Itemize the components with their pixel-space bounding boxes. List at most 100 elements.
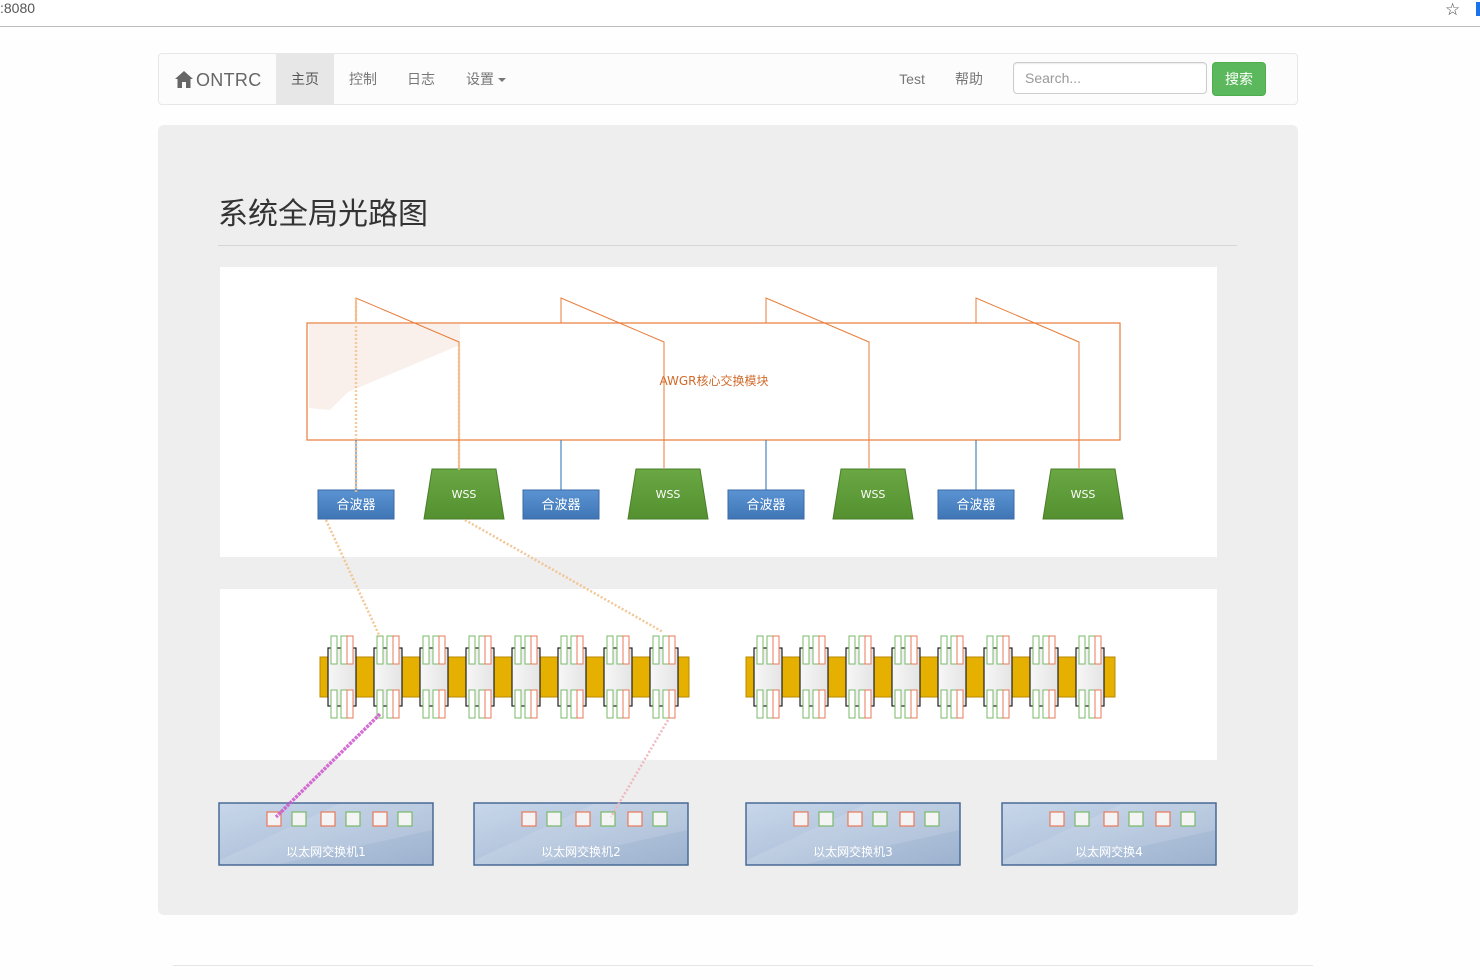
transceiver-port xyxy=(606,689,614,719)
transceiver-port xyxy=(1088,689,1096,719)
switch-label: 以太网交换4 xyxy=(1075,844,1143,859)
transceiver-port xyxy=(652,689,660,719)
transceiver-port xyxy=(514,689,522,719)
transceiver-port xyxy=(1094,689,1102,719)
switch-port[interactable] xyxy=(575,811,591,827)
switch-port[interactable] xyxy=(1128,811,1144,827)
transceiver-port xyxy=(864,635,872,665)
transceiver-port xyxy=(812,689,820,719)
switch-port[interactable] xyxy=(818,811,834,827)
switch-port[interactable] xyxy=(1074,811,1090,827)
transceiver-port xyxy=(438,635,446,665)
switch-port[interactable] xyxy=(291,811,307,827)
transceiver-card[interactable] xyxy=(419,635,449,719)
transceiver-port xyxy=(766,635,774,665)
switch-port[interactable] xyxy=(521,811,537,827)
transceiver-port xyxy=(1078,689,1086,719)
transceiver-card[interactable] xyxy=(937,635,967,719)
transceiver-card[interactable] xyxy=(1029,635,1059,719)
transceiver-port xyxy=(570,635,578,665)
ethernet-switch[interactable]: 以太网交换机2 xyxy=(473,802,689,866)
transceiver-port xyxy=(864,689,872,719)
transceiver-card[interactable] xyxy=(1075,635,1105,719)
transceiver-card[interactable] xyxy=(511,635,541,719)
transceiver-card[interactable] xyxy=(327,635,357,719)
transceiver-port xyxy=(330,689,338,719)
transceiver-port xyxy=(386,689,394,719)
transceiver-groups xyxy=(319,635,1116,719)
transceiver-card[interactable] xyxy=(983,635,1013,719)
combiner-label: 合波器 xyxy=(336,498,375,513)
transceiver-port xyxy=(1032,689,1040,719)
transceiver-port xyxy=(422,689,430,719)
switch-port[interactable] xyxy=(872,811,888,827)
transceiver-port xyxy=(1042,635,1050,665)
transceiver-card[interactable] xyxy=(465,635,495,719)
transceiver-card[interactable] xyxy=(603,635,633,719)
ethernet-switch[interactable]: 以太网交换4 xyxy=(1001,802,1217,866)
transceiver-port xyxy=(1002,689,1010,719)
switch-port[interactable] xyxy=(1180,811,1196,827)
switch-port[interactable] xyxy=(899,811,915,827)
transceiver-port xyxy=(756,689,764,719)
transceiver-port xyxy=(904,635,912,665)
transceiver-port xyxy=(530,689,538,719)
switch-port[interactable] xyxy=(652,811,668,827)
transceiver-port xyxy=(986,635,994,665)
switch-port[interactable] xyxy=(847,811,863,827)
transceiver-port xyxy=(940,689,948,719)
transceiver-port xyxy=(772,689,780,719)
transceiver-port xyxy=(392,689,400,719)
switch-port[interactable] xyxy=(320,811,336,827)
transceiver-card[interactable] xyxy=(891,635,921,719)
transceiver-port xyxy=(986,689,994,719)
ethernet-switch[interactable]: 以太网交换机3 xyxy=(745,802,961,866)
switch-port[interactable] xyxy=(1049,811,1065,827)
switch-port[interactable] xyxy=(793,811,809,827)
transceiver-port xyxy=(432,635,440,665)
switch-port[interactable] xyxy=(397,811,413,827)
transceiver-port xyxy=(468,635,476,665)
transceiver-port xyxy=(996,635,1004,665)
transceiver-port xyxy=(1042,689,1050,719)
transceiver-port xyxy=(570,689,578,719)
wss-label: WSS xyxy=(861,488,886,501)
transceiver-port xyxy=(894,635,902,665)
transceiver-port xyxy=(652,635,660,665)
transceiver-port xyxy=(1094,635,1102,665)
transceiver-port xyxy=(812,635,820,665)
switch-port[interactable] xyxy=(345,811,361,827)
transceiver-card[interactable] xyxy=(753,635,783,719)
transceiver-port xyxy=(432,689,440,719)
transceiver-port xyxy=(606,635,614,665)
ethernet-switch[interactable]: 以太网交换机1 xyxy=(218,802,434,866)
transceiver-card[interactable] xyxy=(799,635,829,719)
transceiver-port xyxy=(468,689,476,719)
transceiver-card[interactable] xyxy=(649,635,679,719)
transceiver-port xyxy=(956,689,964,719)
switch-label: 以太网交换机2 xyxy=(541,844,621,859)
wss-label: WSS xyxy=(1071,488,1096,501)
transceiver-port xyxy=(858,689,866,719)
switch-port[interactable] xyxy=(372,811,388,827)
switch-port[interactable] xyxy=(546,811,562,827)
transceiver-port xyxy=(622,635,630,665)
transceiver-card[interactable] xyxy=(845,635,875,719)
switch-label: 以太网交换机3 xyxy=(813,844,893,859)
transceiver-port xyxy=(996,689,1004,719)
patch-cable-magenta xyxy=(274,712,382,819)
switch-port[interactable] xyxy=(627,811,643,827)
transceiver-port xyxy=(1078,635,1086,665)
transceiver-port xyxy=(622,689,630,719)
transceiver-port xyxy=(340,689,348,719)
transceiver-card[interactable] xyxy=(373,635,403,719)
switch-port[interactable] xyxy=(1103,811,1119,827)
switch-port[interactable] xyxy=(1155,811,1171,827)
transceiver-port xyxy=(386,635,394,665)
transceiver-port xyxy=(484,689,492,719)
transceiver-card[interactable] xyxy=(557,635,587,719)
transceiver-port xyxy=(662,689,670,719)
combiner-label: 合波器 xyxy=(746,498,785,513)
transceiver-port xyxy=(514,635,522,665)
switch-port[interactable] xyxy=(924,811,940,827)
